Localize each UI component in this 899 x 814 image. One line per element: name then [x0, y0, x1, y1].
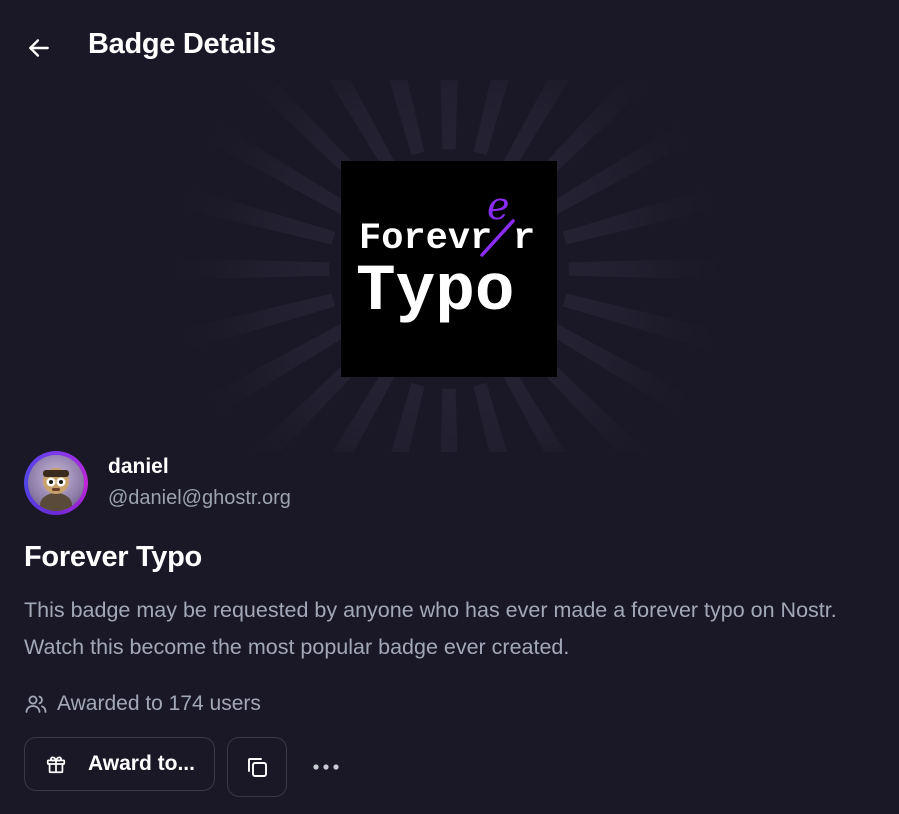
- badge-image-text-correction: e: [487, 184, 510, 228]
- avatar[interactable]: [24, 451, 88, 515]
- copy-button[interactable]: [227, 737, 287, 797]
- avatar-image: [40, 468, 72, 511]
- arrow-left-icon: [29, 39, 49, 57]
- awarded-text: Awarded to 174 users: [57, 692, 261, 715]
- ray: [440, 388, 458, 452]
- badge-details-page: Badge Details Forev r e r Typo daniel @d…: [0, 0, 899, 814]
- author-name[interactable]: daniel: [108, 455, 169, 479]
- author-handle: @daniel@ghostr.org: [108, 487, 291, 509]
- badge-image-text-line1-end: r: [513, 218, 535, 260]
- back-button[interactable]: [22, 31, 56, 65]
- ray: [440, 80, 458, 150]
- gift-icon: [46, 756, 66, 774]
- badge-hero: Forev r e r Typo: [0, 80, 899, 452]
- award-to-button[interactable]: Award to...: [24, 737, 215, 791]
- more-horizontal-icon: [313, 764, 339, 770]
- ray: [149, 257, 330, 281]
- badge-author: daniel @daniel@ghostr.org: [24, 451, 624, 515]
- badge-actions: Award to...: [24, 737, 424, 797]
- award-to-label: Award to...: [88, 752, 195, 775]
- users-icon: [25, 695, 47, 713]
- ray: [568, 257, 749, 281]
- badge-image-text-line2: Typo: [356, 254, 514, 329]
- badge-image: Forev r e r Typo: [341, 161, 557, 377]
- badge-name: Forever Typo: [24, 541, 202, 573]
- awarded-count[interactable]: Awarded to 174 users: [24, 690, 261, 718]
- badge-description: This badge may be requested by anyone wh…: [24, 598, 837, 659]
- more-options-button[interactable]: [304, 749, 348, 785]
- copy-icon: [248, 758, 267, 777]
- page-title: Badge Details: [88, 28, 276, 60]
